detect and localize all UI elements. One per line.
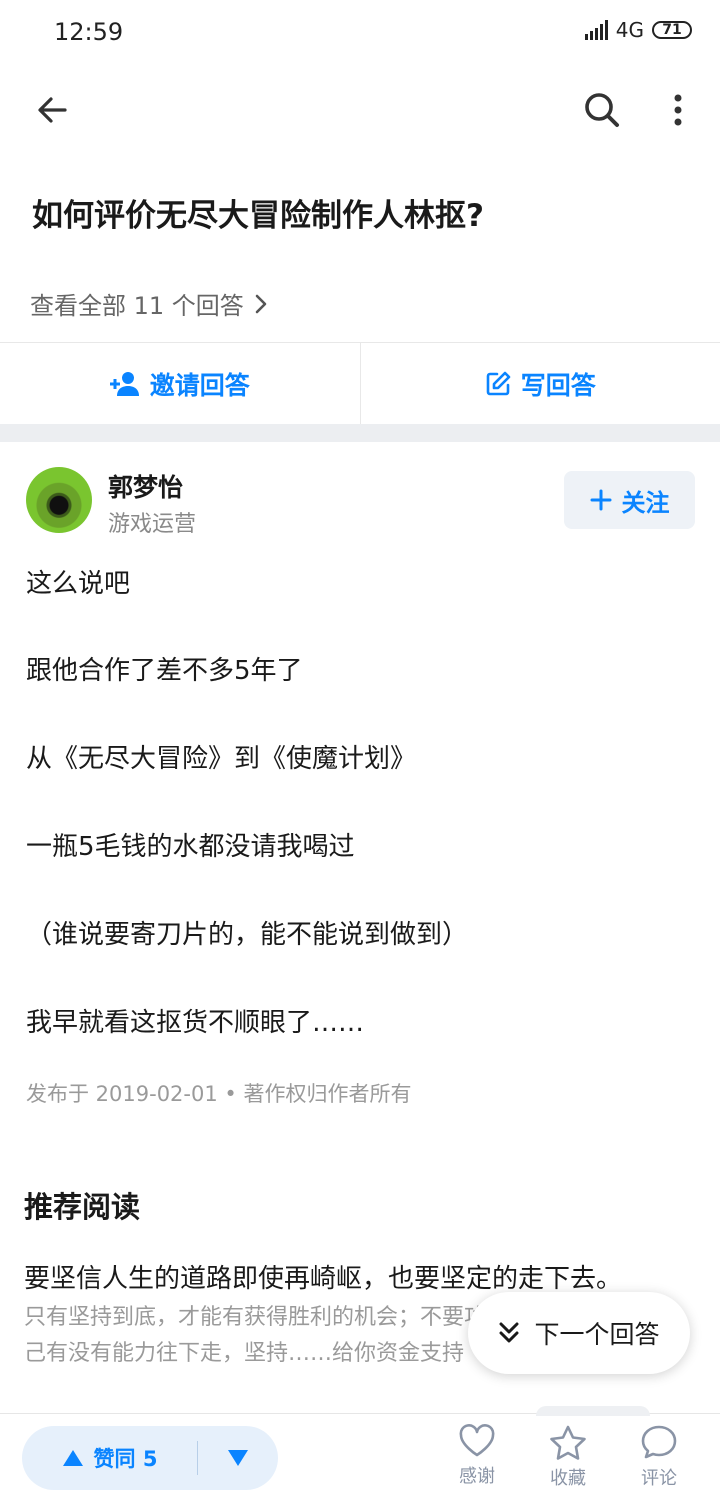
- invite-label: 邀请回答: [150, 366, 250, 402]
- view-all-answers-link[interactable]: 查看全部 11 个回答: [30, 286, 268, 321]
- answer-paragraph: 跟他合作了差不多5年了: [26, 650, 303, 687]
- comment-icon: [640, 1424, 678, 1460]
- star-icon: [549, 1424, 587, 1460]
- downvote-button[interactable]: [198, 1426, 278, 1490]
- add-person-icon: [110, 371, 140, 397]
- upvote-label: 赞同 5: [94, 1443, 158, 1473]
- app-bar: [0, 64, 720, 156]
- double-chevron-down-icon: [498, 1321, 520, 1345]
- write-answer-button[interactable]: 写回答: [360, 343, 720, 425]
- view-all-label: 查看全部 11 个回答: [30, 286, 244, 321]
- network-type: 4G: [616, 18, 644, 42]
- invite-answer-button[interactable]: 邀请回答: [0, 343, 360, 425]
- signal-icon: [585, 20, 608, 40]
- comment-label: 评论: [641, 1464, 677, 1490]
- back-arrow-icon[interactable]: [30, 88, 74, 132]
- recommended-heading: 推荐阅读: [24, 1184, 140, 1226]
- favorite-label: 收藏: [550, 1464, 586, 1490]
- write-label: 写回答: [521, 366, 596, 402]
- chevron-right-icon: [254, 293, 268, 315]
- more-options-icon[interactable]: [660, 88, 696, 132]
- question-actions: 邀请回答 写回答: [0, 342, 720, 426]
- thanks-label: 感谢: [459, 1462, 495, 1488]
- avatar[interactable]: [26, 467, 92, 533]
- battery-icon: 71: [652, 21, 692, 39]
- triangle-down-icon: [227, 1448, 249, 1468]
- answer-paragraph: （谁说要寄刀片的，能不能说到做到）: [26, 914, 468, 951]
- comment-button[interactable]: 评论: [624, 1424, 694, 1490]
- plus-icon: [590, 489, 612, 511]
- upvote-button[interactable]: 赞同 5: [22, 1426, 197, 1490]
- author-title: 游戏运营: [108, 506, 196, 538]
- section-divider: [0, 424, 720, 442]
- status-bar: 12:59 4G 71: [0, 0, 720, 64]
- battery-level: 71: [662, 22, 681, 38]
- favorite-button[interactable]: 收藏: [533, 1424, 603, 1490]
- bottom-action-bar: 赞同 5 感谢 收藏 评论: [0, 1413, 720, 1500]
- answer-paragraph: 这么说吧: [26, 563, 130, 600]
- answer-paragraph: 从《无尽大冒险》到《使魔计划》: [26, 738, 416, 775]
- vote-control: 赞同 5: [22, 1426, 278, 1490]
- recommended-article-title[interactable]: 要坚信人生的道路即使再崎岖，也要坚定的走下去。: [24, 1258, 622, 1295]
- next-answer-label: 下一个回答: [534, 1315, 659, 1351]
- answer-paragraph: 我早就看这抠货不顺眼了……: [26, 1002, 364, 1039]
- author-name[interactable]: 郭梦怡: [108, 468, 183, 504]
- triangle-up-icon: [62, 1448, 84, 1468]
- edit-icon: [485, 371, 511, 397]
- next-answer-button[interactable]: 下一个回答: [468, 1292, 690, 1374]
- follow-label: 关注: [622, 483, 670, 518]
- answer-meta: 发布于 2019-02-01 • 著作权归作者所有: [26, 1078, 411, 1108]
- status-time: 12:59: [54, 18, 123, 46]
- question-title[interactable]: 如何评价无尽大冒险制作人林抠?: [32, 190, 692, 235]
- heart-icon: [458, 1424, 496, 1458]
- follow-button[interactable]: 关注: [564, 471, 695, 529]
- answer-paragraph: 一瓶5毛钱的水都没请我喝过: [26, 826, 355, 863]
- scroll-indicator: [536, 1406, 650, 1416]
- search-icon[interactable]: [580, 88, 624, 132]
- thanks-button[interactable]: 感谢: [442, 1424, 512, 1488]
- status-icons: 4G 71: [585, 18, 692, 42]
